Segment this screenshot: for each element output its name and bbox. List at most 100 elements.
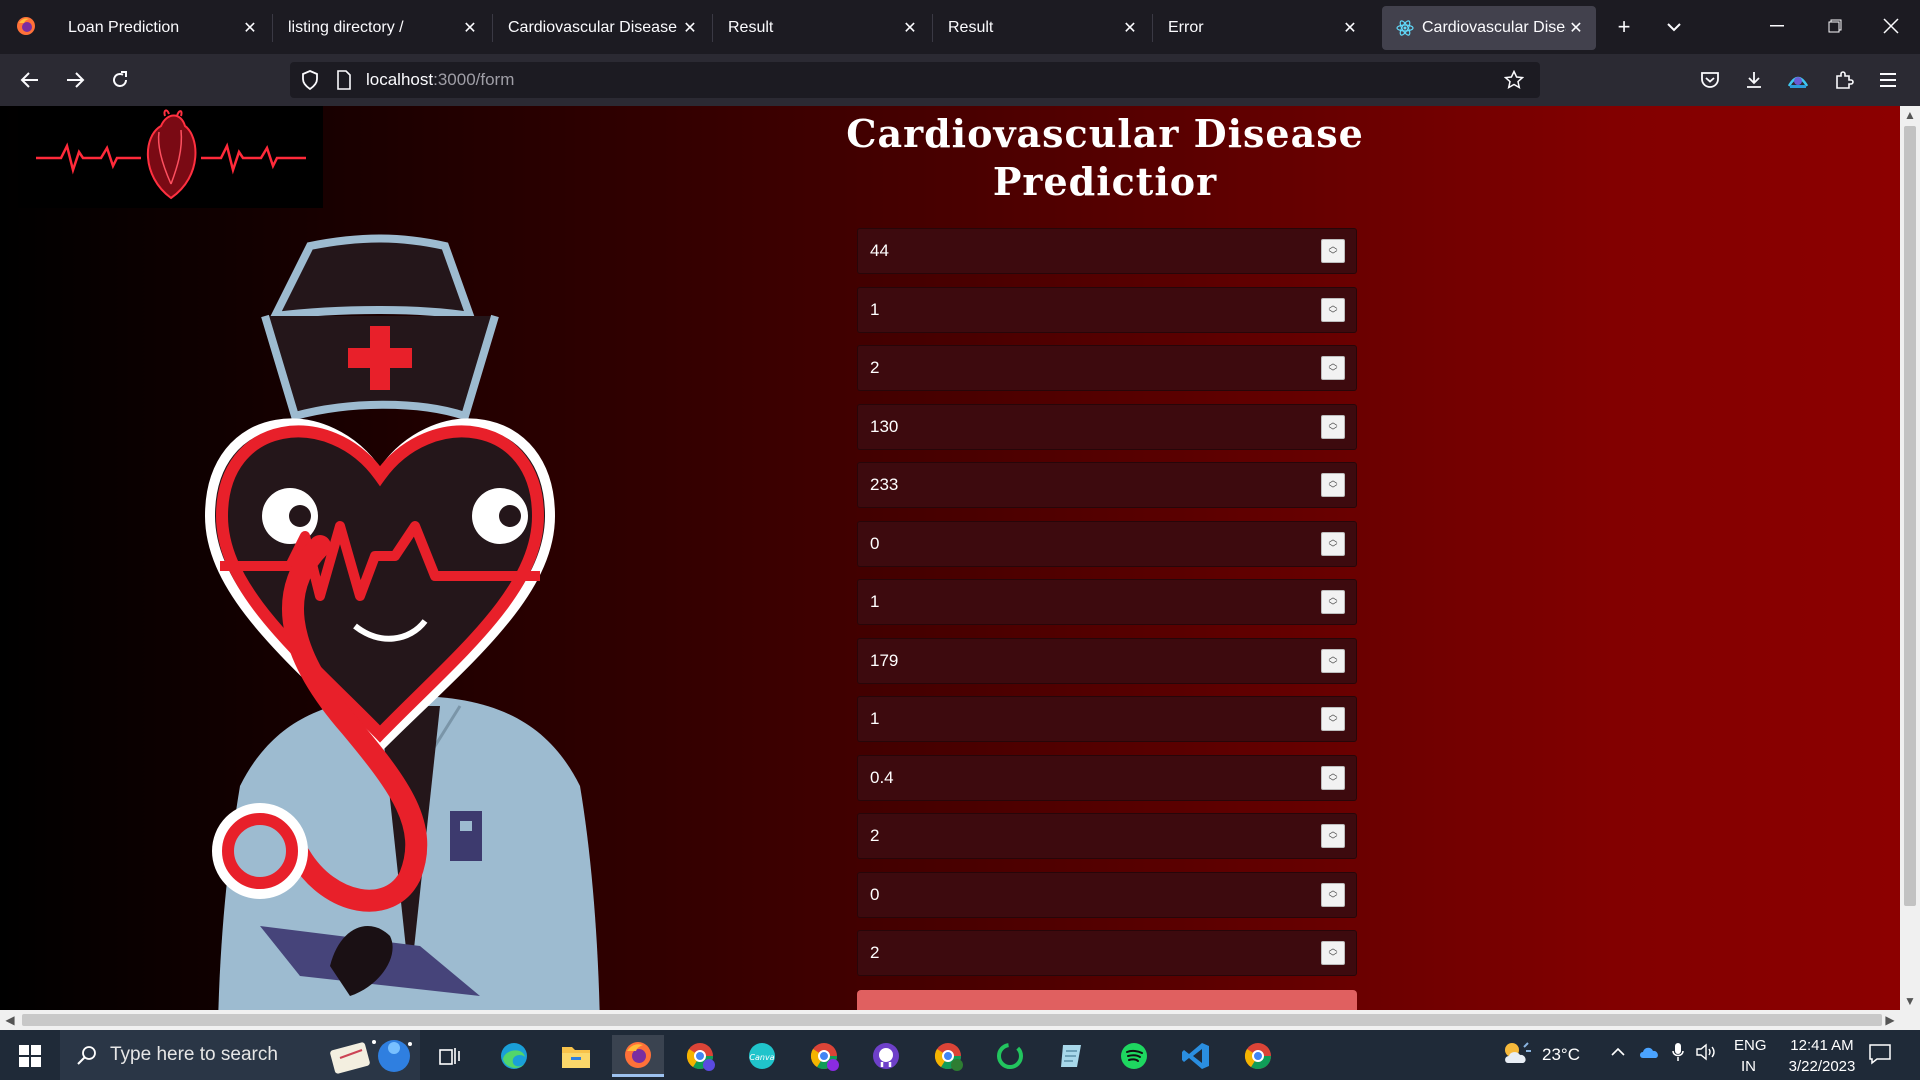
close-icon[interactable]: ✕ — [1566, 18, 1586, 38]
tab-listing-directory[interactable]: listing directory / ✕ — [274, 6, 490, 50]
back-icon[interactable] — [12, 62, 48, 98]
chrome-icon[interactable] — [1232, 1035, 1284, 1077]
tab-result-2[interactable]: Result ✕ — [934, 6, 1150, 50]
number-spinner-icon[interactable]: ︿ ﹀ — [1321, 356, 1345, 380]
vertical-scrollbar[interactable]: ▲ ▼ — [1900, 106, 1920, 1010]
file-explorer-icon[interactable] — [550, 1035, 602, 1077]
extensions-icon[interactable] — [1826, 62, 1862, 98]
url-bar[interactable]: localhost:3000/form — [290, 62, 1540, 98]
form-field: ︿﹀ — [857, 754, 1357, 801]
shield-icon[interactable] — [298, 68, 322, 92]
number-spinner-icon[interactable]: ︿ ﹀ — [1321, 239, 1345, 263]
prediction-form: ︿﹀ ︿﹀ ︿﹀ ︿﹀ ︿﹀ ︿﹀ ︿﹀ ︿﹀ — [857, 228, 1357, 989]
scroll-left-arrow-icon[interactable]: ◀ — [0, 1010, 20, 1030]
scroll-down-arrow-icon[interactable]: ▼ — [1900, 992, 1920, 1010]
close-window-icon[interactable] — [1866, 6, 1916, 46]
horizontal-scrollbar[interactable]: ◀ ▶ — [0, 1010, 1920, 1030]
close-icon[interactable]: ✕ — [900, 18, 920, 38]
number-input[interactable] — [857, 462, 1357, 508]
number-spinner-icon[interactable]: ︿ ﹀ — [1321, 531, 1345, 556]
number-input[interactable] — [857, 813, 1357, 859]
scroll-up-arrow-icon[interactable]: ▲ — [1900, 106, 1920, 124]
list-all-tabs-chevron-icon[interactable] — [1656, 10, 1692, 44]
reload-icon[interactable] — [102, 62, 138, 98]
canva-icon[interactable]: Canva — [736, 1035, 788, 1077]
number-spinner-icon[interactable]: ︿ ﹀ — [1321, 824, 1345, 848]
tab-error[interactable]: Error ✕ — [1154, 6, 1370, 50]
new-tab-plus-icon[interactable]: + — [1606, 10, 1642, 44]
account-icon[interactable] — [1780, 62, 1816, 98]
url-host: localhost — [366, 70, 434, 89]
notes-icon[interactable] — [1046, 1035, 1098, 1077]
windows-start-icon[interactable] — [4, 1035, 56, 1077]
close-icon[interactable]: ✕ — [680, 18, 700, 38]
search-icon — [76, 1044, 98, 1071]
close-icon[interactable]: ✕ — [1340, 18, 1360, 38]
tab-separator — [1152, 14, 1153, 42]
chrome-profile-icon[interactable] — [922, 1035, 974, 1077]
number-input[interactable] — [857, 579, 1357, 625]
tab-loan-prediction[interactable]: Loan Prediction ✕ — [54, 6, 270, 50]
number-spinner-icon[interactable]: ︿ ﹀ — [1321, 297, 1345, 322]
form-field: ︿﹀ — [857, 403, 1357, 450]
download-icon[interactable] — [1736, 62, 1772, 98]
speaker-volume-icon[interactable] — [1696, 1043, 1718, 1065]
taskbar-search-box[interactable]: Type here to search — [60, 1030, 420, 1080]
number-input[interactable] — [857, 520, 1357, 567]
firefox-menu-icon[interactable] — [10, 10, 42, 42]
scroll-right-arrow-icon[interactable]: ▶ — [1880, 1010, 1900, 1030]
bookmark-star-icon[interactable] — [1502, 68, 1526, 92]
close-icon[interactable]: ✕ — [460, 18, 480, 38]
number-spinner-icon[interactable]: ︿ ﹀ — [1321, 473, 1345, 497]
number-spinner-icon[interactable]: ︿ ﹀ — [1321, 882, 1345, 907]
show-hidden-icons-chevron-icon[interactable] — [1610, 1044, 1626, 1061]
microphone-icon[interactable] — [1672, 1042, 1684, 1066]
minimize-icon[interactable] — [1752, 6, 1802, 46]
number-input[interactable] — [857, 286, 1357, 333]
number-spinner-icon[interactable]: ︿ ﹀ — [1321, 590, 1345, 614]
tab-cardiovascular-previous[interactable]: Cardiovascular Disease Pre ✕ — [494, 6, 710, 50]
predict-button[interactable]: Predict — [857, 990, 1357, 1010]
onedrive-icon[interactable] — [1638, 1044, 1660, 1064]
form-field: ︿﹀ — [857, 813, 1357, 859]
circle-app-icon[interactable] — [984, 1035, 1036, 1077]
number-spinner-icon[interactable]: ︿ ﹀ — [1321, 648, 1345, 673]
github-icon[interactable] — [860, 1035, 912, 1077]
pocket-icon[interactable] — [1692, 62, 1728, 98]
vscode-icon[interactable] — [1170, 1035, 1222, 1077]
close-icon[interactable]: ✕ — [1120, 18, 1140, 38]
chrome-profile-icon[interactable] — [798, 1035, 850, 1077]
scroll-thumb[interactable] — [1904, 126, 1916, 906]
number-input[interactable] — [857, 228, 1357, 274]
number-spinner-icon[interactable]: ︿ ﹀ — [1321, 707, 1345, 731]
number-input[interactable] — [857, 403, 1357, 450]
edge-icon[interactable] — [488, 1035, 540, 1077]
page-info-icon[interactable] — [332, 68, 356, 92]
notifications-icon[interactable] — [1868, 1042, 1892, 1070]
tab-cardiovascular-active[interactable]: Cardiovascular Disease ✕ — [1382, 6, 1596, 50]
number-input[interactable] — [857, 930, 1357, 976]
tab-separator — [272, 14, 273, 42]
number-spinner-icon[interactable]: ︿ ﹀ — [1321, 941, 1345, 965]
task-view-icon[interactable] — [424, 1035, 476, 1077]
forward-icon[interactable] — [57, 62, 93, 98]
number-input[interactable] — [857, 637, 1357, 684]
language-indicator[interactable]: ENG — [1734, 1037, 1767, 1054]
number-input[interactable] — [857, 754, 1357, 801]
chrome-profile-icon[interactable] — [674, 1035, 726, 1077]
number-input[interactable] — [857, 871, 1357, 918]
tab-result-1[interactable]: Result ✕ — [714, 6, 930, 50]
number-spinner-icon[interactable]: ︿ ﹀ — [1321, 765, 1345, 790]
number-spinner-icon[interactable]: ︿ ﹀ — [1321, 414, 1345, 439]
firefox-icon[interactable] — [612, 1035, 664, 1077]
weather-icon[interactable] — [1500, 1039, 1534, 1074]
close-icon[interactable]: ✕ — [240, 18, 260, 38]
number-input[interactable] — [857, 696, 1357, 742]
menu-icon[interactable] — [1870, 62, 1906, 98]
clock-time[interactable]: 12:41 AM — [1782, 1037, 1862, 1054]
spotify-icon[interactable] — [1108, 1035, 1160, 1077]
number-input[interactable] — [857, 345, 1357, 391]
restore-icon[interactable] — [1810, 6, 1860, 46]
form-field: ︿﹀ — [857, 345, 1357, 391]
scroll-thumb[interactable] — [22, 1014, 1882, 1026]
